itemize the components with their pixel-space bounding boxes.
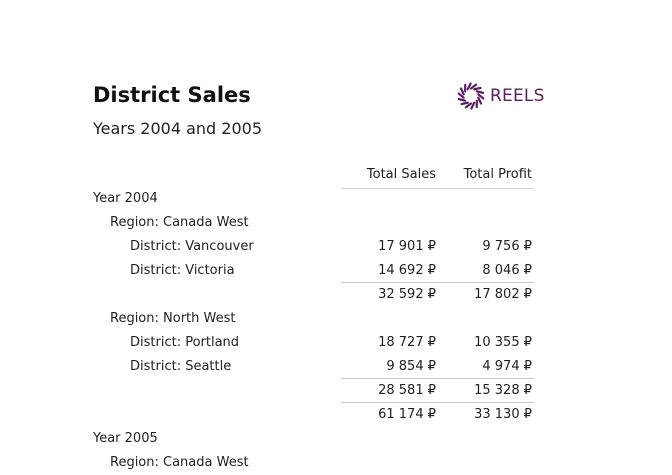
report-row: District: Vancouver 17 901 ₽ 9 756 ₽ bbox=[0, 235, 672, 259]
logo-ray bbox=[461, 103, 467, 104]
total-sales-value: 18 727 ₽ bbox=[378, 331, 436, 355]
subtotal-row: 32 592 ₽ 17 802 ₽ bbox=[0, 283, 672, 307]
logo-ray bbox=[459, 99, 465, 101]
reels-logo-icon bbox=[457, 82, 485, 110]
column-header-total-profit: Total Profit bbox=[464, 167, 532, 182]
report-row: District: Seattle 9 854 ₽ 4 974 ₽ bbox=[0, 355, 672, 379]
column-header-total-sales: Total Sales bbox=[367, 167, 436, 182]
reels-logo: REELS bbox=[457, 81, 547, 111]
district-label: District: Vancouver bbox=[130, 235, 254, 259]
total-sales-value: 9 854 ₽ bbox=[386, 355, 436, 379]
report-row: District: Victoria 14 692 ₽ 8 046 ₽ bbox=[0, 259, 672, 283]
logo-text: REELS bbox=[490, 86, 545, 106]
district-label: District: Portland bbox=[130, 331, 239, 355]
year-label: Year 2005 bbox=[93, 427, 158, 451]
report-subtitle: Years 2004 and 2005 bbox=[93, 119, 262, 138]
total-profit-value: 33 130 ₽ bbox=[474, 403, 532, 427]
total-sales-value: 32 592 ₽ bbox=[378, 283, 436, 307]
logo-ray bbox=[477, 91, 483, 93]
report-row: Region: North West bbox=[0, 307, 672, 331]
subtotal-row: 61 174 ₽ 33 130 ₽ bbox=[0, 403, 672, 427]
total-sales-value: 61 174 ₽ bbox=[378, 403, 436, 427]
total-profit-value: 4 974 ₽ bbox=[482, 355, 532, 379]
logo-ray bbox=[474, 88, 480, 89]
year-label: Year 2004 bbox=[93, 187, 158, 211]
subtotal-row: 28 581 ₽ 15 328 ₽ bbox=[0, 379, 672, 403]
total-profit-value: 8 046 ₽ bbox=[482, 259, 532, 283]
total-sales-value: 14 692 ₽ bbox=[378, 259, 436, 283]
region-label: Region: North West bbox=[110, 307, 235, 331]
report-row: District: Portland 18 727 ₽ 10 355 ₽ bbox=[0, 331, 672, 355]
total-sales-value: 28 581 ₽ bbox=[378, 379, 436, 403]
total-profit-value: 15 328 ₽ bbox=[474, 379, 532, 403]
report-row: Year 2004 bbox=[0, 187, 672, 211]
report-row: Region: Canada West bbox=[0, 211, 672, 235]
report-title: District Sales bbox=[93, 83, 251, 107]
region-label: Region: Canada West bbox=[110, 211, 249, 235]
report-row: Region: Canada West bbox=[0, 451, 672, 475]
logo-ray bbox=[478, 98, 481, 104]
report-row: Year 2005 bbox=[0, 427, 672, 451]
total-profit-value: 10 355 ₽ bbox=[474, 331, 532, 355]
logo-ray bbox=[461, 88, 464, 94]
total-sales-value: 17 901 ₽ bbox=[378, 235, 436, 259]
district-label: District: Seattle bbox=[130, 355, 231, 379]
total-profit-value: 9 756 ₽ bbox=[482, 235, 532, 259]
total-profit-value: 17 802 ₽ bbox=[474, 283, 532, 307]
report-page: District Sales Years 2004 and 2005 REELS… bbox=[0, 0, 672, 460]
district-label: District: Victoria bbox=[130, 259, 235, 283]
region-label: Region: Canada West bbox=[110, 451, 249, 475]
